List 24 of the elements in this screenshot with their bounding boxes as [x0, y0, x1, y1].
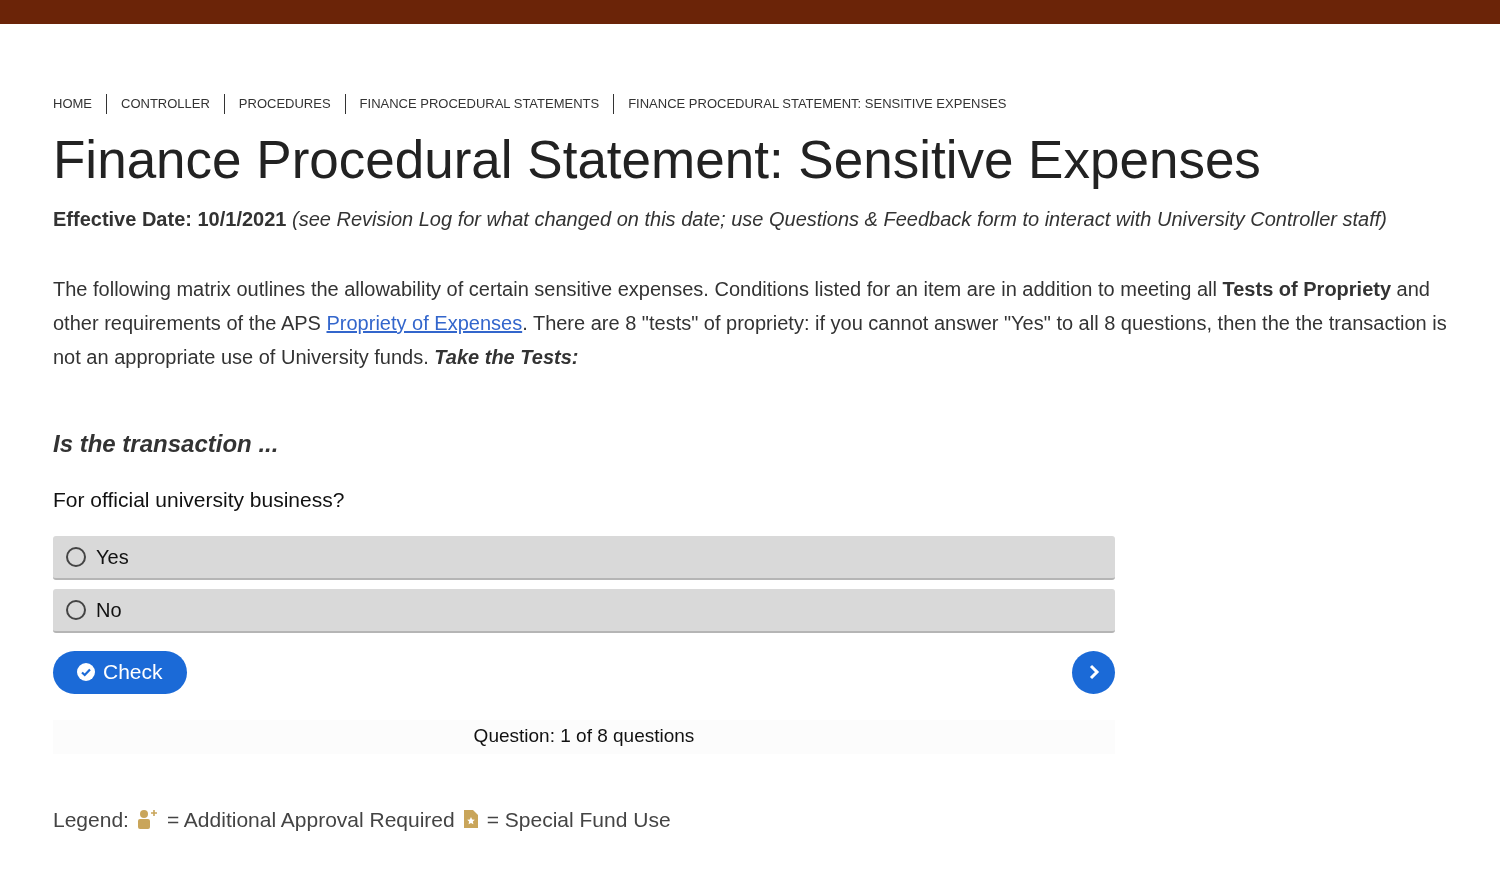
quiz-heading: Is the transaction ... [53, 429, 280, 459]
legend-text: = Special Fund Use [486, 806, 671, 833]
check-button[interactable]: Check [53, 650, 187, 694]
breadcrumb-link[interactable]: PROCEDURES [238, 94, 331, 114]
chevron-right-icon [1087, 664, 1100, 680]
next-button[interactable] [1072, 650, 1115, 694]
effective-date: Effective Date: 10/1/2021 (see Revision Log for what changed on this date; use Questions & Feedback form to interact with University Controller staff) [53, 207, 1388, 232]
person-plus-icon [136, 809, 159, 830]
breadcrumb-link[interactable]: FINANCE PROCEDURAL STATEMENTS [359, 94, 600, 114]
radio-icon [66, 599, 86, 620]
propriety-link[interactable]: Propriety of Expenses [326, 312, 523, 334]
legend-text: = Additional Approval Required [166, 806, 455, 833]
answer-option[interactable]: No [53, 588, 1115, 633]
question-text: For official university business? [53, 487, 346, 513]
answer-option[interactable]: Yes [53, 535, 1115, 580]
page-title: Finance Procedural Statement: Sensitive Expenses [53, 130, 1262, 190]
check-circle-icon [77, 663, 95, 681]
radio-icon [66, 546, 86, 567]
breadcrumb-link[interactable]: FINANCE PROCEDURAL STATEMENT: SENSITIVE EXPENSES [628, 94, 1007, 114]
breadcrumb-link[interactable]: HOME [53, 94, 92, 114]
breadcrumb-link[interactable]: CONTROLLER [121, 94, 210, 114]
intro-paragraph: The following matrix outlines the allowability of certain sensitive expenses. Conditions listed for an item are in addition to meeting all Tests of Propriety and other requirements of the APS Propriety of Expenses. There are 8 "tests" of propriety: if you cannot answer "Yes" to all 8 questions, then the the transaction is not an appropriate use of University funds. Take the Tests: [53, 277, 1448, 370]
legend-label: Legend: [53, 806, 129, 833]
document-star-icon [462, 809, 479, 830]
